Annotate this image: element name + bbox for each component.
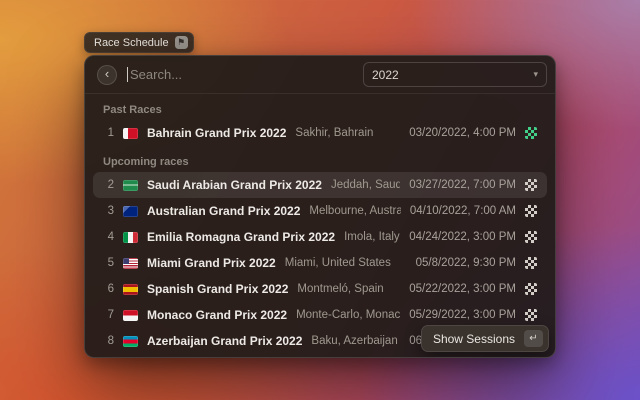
australia-flag-icon — [123, 206, 138, 217]
race-index: 2 — [103, 179, 114, 191]
race-schedule-window: ‹ 2022 ▾ Past Races 1 Bahrain Grand Prix… — [84, 55, 556, 358]
race-datetime: 03/20/2022, 4:00 PM — [409, 127, 516, 139]
azerbaijan-flag-icon — [123, 336, 138, 347]
race-datetime: 05/8/2022, 9:30 PM — [416, 257, 516, 269]
race-location: Melbourne, Australia — [309, 205, 400, 217]
race-title: Australian Grand Prix 2022 — [147, 204, 300, 218]
race-title: Azerbaijan Grand Prix 2022 — [147, 334, 302, 348]
show-sessions-label: Show Sessions — [433, 332, 515, 346]
back-button[interactable]: ‹ — [97, 65, 117, 85]
race-row-saudi-arabia[interactable]: 2 Saudi Arabian Grand Prix 2022 Jeddah, … — [93, 172, 547, 198]
season-dropdown[interactable]: 2022 ▾ — [363, 62, 547, 87]
race-datetime: 03/27/2022, 7:00 PM — [409, 179, 516, 191]
show-sessions-button[interactable]: Show Sessions ↵ — [421, 325, 549, 352]
chevron-down-icon: ▾ — [533, 69, 538, 80]
spain-flag-icon — [123, 284, 138, 295]
season-dropdown-value: 2022 — [372, 68, 399, 82]
enter-key-icon: ↵ — [524, 330, 543, 347]
race-row-canada[interactable]: 9 Canadian Grand Prix 2022 Montreal, Can… — [93, 354, 547, 358]
race-title: Spanish Grand Prix 2022 — [147, 282, 288, 296]
race-index: 7 — [103, 309, 114, 321]
italy-flag-icon — [123, 232, 138, 243]
race-row-spain[interactable]: 6 Spanish Grand Prix 2022 Montmeló, Spai… — [93, 276, 547, 302]
race-schedule-tag-label: Race Schedule — [94, 37, 169, 49]
race-title: Monaco Grand Prix 2022 — [147, 308, 287, 322]
race-location: Montmeló, Spain — [297, 283, 400, 295]
section-past-races: Past Races — [103, 104, 537, 116]
race-datetime: 05/22/2022, 3:00 PM — [409, 283, 516, 295]
monaco-flag-icon — [123, 310, 138, 321]
race-row-bahrain[interactable]: 1 Bahrain Grand Prix 2022 Sakhir, Bahrai… — [93, 120, 547, 146]
race-title: Emilia Romagna Grand Prix 2022 — [147, 230, 335, 244]
checkered-flag-icon — [525, 309, 537, 321]
checkered-flag-icon — [525, 127, 537, 139]
search-header: ‹ 2022 ▾ — [85, 56, 555, 94]
race-location: Imola, Italy — [344, 231, 400, 243]
search-input[interactable] — [127, 67, 353, 82]
race-location: Baku, Azerbaijan — [311, 335, 400, 347]
race-location: Monte-Carlo, Monaco — [296, 309, 400, 321]
checkered-flag-icon — [525, 179, 537, 191]
extension-badge-icon: ⚑ — [175, 36, 188, 49]
race-index: 4 — [103, 231, 114, 243]
saudi-arabia-flag-icon — [123, 180, 138, 191]
checkered-flag-icon — [525, 257, 537, 269]
race-title: Saudi Arabian Grand Prix 2022 — [147, 178, 322, 192]
checkered-flag-icon — [525, 231, 537, 243]
bahrain-flag-icon — [123, 128, 138, 139]
usa-flag-icon — [123, 258, 138, 269]
race-title: Bahrain Grand Prix 2022 — [147, 126, 286, 140]
checkered-flag-icon — [525, 205, 537, 217]
race-location: Sakhir, Bahrain — [295, 127, 400, 139]
race-datetime: 04/10/2022, 7:00 AM — [410, 205, 516, 217]
race-title: Miami Grand Prix 2022 — [147, 256, 276, 270]
race-location: Jeddah, Saudi Arabia — [331, 179, 400, 191]
race-index: 8 — [103, 335, 114, 347]
race-index: 5 — [103, 257, 114, 269]
race-row-miami[interactable]: 5 Miami Grand Prix 2022 Miami, United St… — [93, 250, 547, 276]
checkered-flag-icon — [525, 283, 537, 295]
race-row-emilia-romagna[interactable]: 4 Emilia Romagna Grand Prix 2022 Imola, … — [93, 224, 547, 250]
race-index: 1 — [103, 127, 114, 139]
race-index: 6 — [103, 283, 114, 295]
race-datetime: 04/24/2022, 3:00 PM — [409, 231, 516, 243]
section-upcoming-races: Upcoming races — [103, 156, 537, 168]
race-datetime: 05/29/2022, 3:00 PM — [409, 309, 516, 321]
race-schedule-tag[interactable]: Race Schedule ⚑ — [84, 32, 194, 53]
race-location: Miami, United States — [285, 257, 407, 269]
race-row-australia[interactable]: 3 Australian Grand Prix 2022 Melbourne, … — [93, 198, 547, 224]
race-index: 3 — [103, 205, 114, 217]
